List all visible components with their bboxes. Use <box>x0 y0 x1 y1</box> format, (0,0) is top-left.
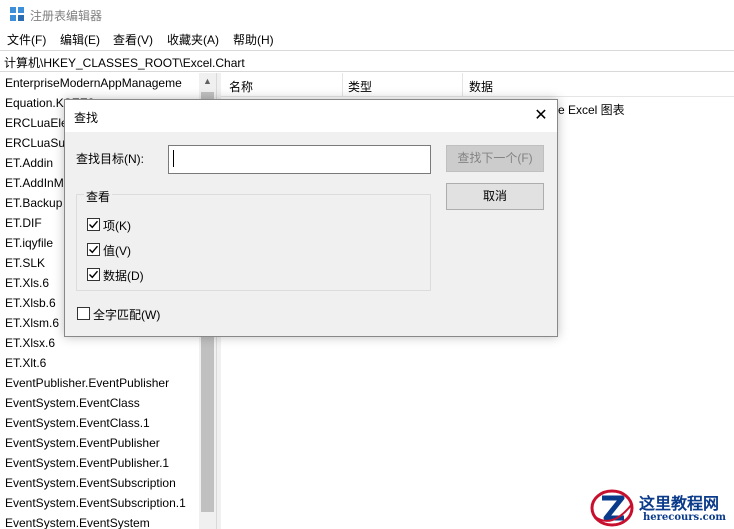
watermark-title: 这里教程网 <box>639 494 720 513</box>
look-at-group-label: 查看 <box>84 188 113 205</box>
data-checkbox[interactable] <box>87 268 100 281</box>
tree-item[interactable]: EventSystem.EventClass <box>5 396 198 416</box>
menu-favorites[interactable]: 收藏夹(A) <box>167 31 219 48</box>
scroll-up-icon[interactable]: ▲ <box>199 73 216 90</box>
menu-edit[interactable]: 编辑(E) <box>60 31 100 48</box>
address-path[interactable]: 计算机\HKEY_CLASSES_ROOT\Excel.Chart <box>4 54 245 71</box>
find-what-input[interactable] <box>168 145 431 174</box>
find-what-label: 查找目标(N): <box>76 152 144 166</box>
column-divider[interactable] <box>342 73 343 97</box>
values-checkbox-label[interactable]: 值(V) <box>103 242 131 259</box>
tree-item[interactable]: EventSystem.EventPublisher <box>5 436 198 456</box>
tree-item[interactable]: EventSystem.EventSubscription <box>5 476 198 496</box>
dialog-titlebar: 查找 ✕ <box>65 100 557 132</box>
list-header: 名称 类型 数据 <box>221 73 734 97</box>
tree-item[interactable]: EventPublisher.EventPublisher <box>5 376 198 396</box>
match-whole-label[interactable]: 全字匹配(W) <box>93 306 160 323</box>
watermark-url: herecours.com <box>643 512 727 523</box>
checkmark-icon <box>89 220 99 229</box>
window-title: 注册表编辑器 <box>30 9 103 23</box>
close-icon[interactable]: ✕ <box>531 106 551 126</box>
menu-help[interactable]: 帮助(H) <box>233 31 274 48</box>
menu-bar: 文件(F) 编辑(E) 查看(V) 收藏夹(A) 帮助(H) <box>0 28 734 50</box>
tree-item[interactable]: EventSystem.EventPublisher.1 <box>5 456 198 476</box>
tree-item[interactable]: EventSystem.EventSystem <box>5 516 198 529</box>
checkmark-icon <box>89 270 99 279</box>
values-checkbox[interactable] <box>87 243 100 256</box>
text-caret <box>173 150 174 167</box>
value-data-cell[interactable]: e Excel 图表 <box>558 101 625 118</box>
tree-item[interactable]: EventSystem.EventSubscription.1 <box>5 496 198 516</box>
dialog-title: 查找 <box>74 111 99 125</box>
keys-checkbox-label[interactable]: 项(K) <box>103 217 131 234</box>
checkmark-icon <box>89 245 99 254</box>
tree-item[interactable]: ET.Xlsx.6 <box>5 336 198 356</box>
tree-item[interactable]: EnterpriseModernAppManageme <box>5 76 198 96</box>
menu-view[interactable]: 查看(V) <box>113 31 153 48</box>
site-logo-icon <box>588 486 636 529</box>
tree-item[interactable]: EventSystem.EventClass.1 <box>5 416 198 436</box>
find-dialog: 查找 ✕ 查找目标(N): 查找下一个(F) 取消 查看 项(K) 值(V) 数… <box>64 99 558 337</box>
site-watermark: 这里教程网 herecours.com <box>588 486 734 529</box>
column-type[interactable]: 类型 <box>348 78 372 95</box>
window-titlebar: 注册表编辑器 <box>0 0 734 28</box>
find-next-button[interactable]: 查找下一个(F) <box>446 145 544 172</box>
menu-file[interactable]: 文件(F) <box>7 31 46 48</box>
cancel-button[interactable]: 取消 <box>446 183 544 210</box>
column-data[interactable]: 数据 <box>469 78 493 95</box>
data-checkbox-label[interactable]: 数据(D) <box>103 267 144 284</box>
column-divider[interactable] <box>462 73 463 97</box>
column-name[interactable]: 名称 <box>229 78 253 95</box>
match-whole-checkbox[interactable] <box>77 307 90 320</box>
keys-checkbox[interactable] <box>87 218 100 231</box>
registry-editor-icon <box>9 6 25 22</box>
address-bar[interactable]: 计算机\HKEY_CLASSES_ROOT\Excel.Chart <box>0 50 734 72</box>
tree-item[interactable]: ET.Xlt.6 <box>5 356 198 376</box>
